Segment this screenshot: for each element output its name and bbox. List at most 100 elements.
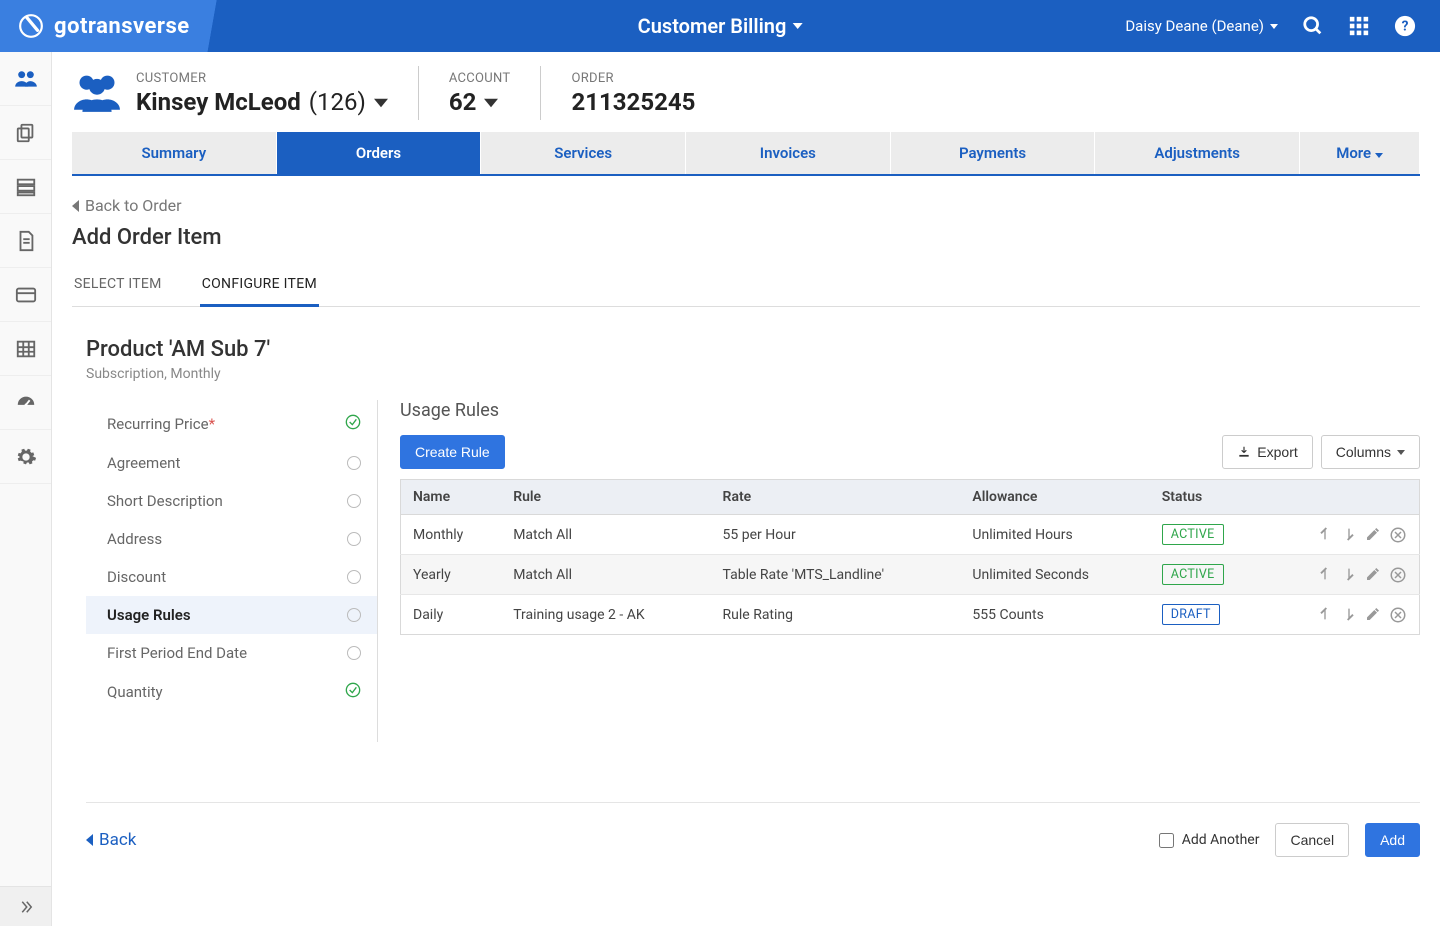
delete-icon[interactable] bbox=[1389, 566, 1407, 584]
rail-server[interactable] bbox=[0, 160, 51, 214]
back-button[interactable]: Back bbox=[86, 830, 136, 850]
status-badge: ACTIVE bbox=[1162, 524, 1224, 545]
step-quantity[interactable]: Quantity bbox=[86, 672, 377, 712]
step-short-description[interactable]: Short Description bbox=[86, 482, 377, 520]
rail-table[interactable] bbox=[0, 322, 51, 376]
account-dropdown[interactable]: 62 bbox=[449, 88, 511, 116]
circle-icon bbox=[347, 570, 361, 584]
step-usage-rules[interactable]: Usage Rules bbox=[86, 596, 377, 634]
subtab-select-item[interactable]: SELECT ITEM bbox=[72, 266, 164, 306]
step-first-period-end-date[interactable]: First Period End Date bbox=[86, 634, 377, 672]
rail-settings[interactable] bbox=[0, 430, 51, 484]
copy-icon bbox=[15, 122, 37, 144]
edit-icon[interactable] bbox=[1365, 606, 1381, 624]
server-icon bbox=[15, 176, 37, 198]
help-icon[interactable]: ? bbox=[1394, 15, 1416, 37]
move-up-icon[interactable] bbox=[1317, 526, 1333, 544]
col-rule[interactable]: Rule bbox=[501, 480, 710, 515]
chevron-down-icon bbox=[1375, 153, 1383, 158]
move-down-icon[interactable] bbox=[1341, 566, 1357, 584]
delete-icon[interactable] bbox=[1389, 606, 1407, 624]
svg-text:?: ? bbox=[1402, 19, 1409, 35]
step-discount[interactable]: Discount bbox=[86, 558, 377, 596]
cell-allowance: Unlimited Hours bbox=[960, 515, 1149, 555]
step-label: First Period End Date bbox=[107, 644, 247, 662]
step-label: Short Description bbox=[107, 492, 223, 510]
columns-label: Columns bbox=[1336, 444, 1391, 460]
table-row: DailyTraining usage 2 - AKRule Rating555… bbox=[401, 595, 1420, 635]
cancel-button[interactable]: Cancel bbox=[1275, 823, 1349, 857]
cell-allowance: Unlimited Seconds bbox=[960, 555, 1149, 595]
customer-dropdown[interactable]: Kinsey McLeod (126) bbox=[136, 88, 388, 116]
tab-adjustments[interactable]: Adjustments bbox=[1095, 132, 1300, 174]
tab-orders[interactable]: Orders bbox=[277, 132, 482, 174]
subtab-configure-item[interactable]: CONFIGURE ITEM bbox=[200, 266, 319, 307]
top-bar: gotransverse Customer Billing Daisy Dean… bbox=[0, 0, 1440, 52]
chevron-down-icon bbox=[1270, 24, 1278, 29]
col-status[interactable]: Status bbox=[1150, 480, 1266, 515]
back-to-order-label: Back to Order bbox=[85, 196, 182, 215]
table-row: YearlyMatch AllTable Rate 'MTS_Landline'… bbox=[401, 555, 1420, 595]
col-rate[interactable]: Rate bbox=[711, 480, 961, 515]
user-menu[interactable]: Daisy Deane (Deane) bbox=[1125, 17, 1278, 35]
section-dropdown[interactable]: Customer Billing bbox=[638, 14, 803, 38]
edit-icon[interactable] bbox=[1365, 566, 1381, 584]
search-icon[interactable] bbox=[1302, 15, 1324, 37]
brand[interactable]: gotransverse bbox=[0, 0, 340, 52]
tab-invoices[interactable]: Invoices bbox=[686, 132, 891, 174]
back-to-order-link[interactable]: Back to Order bbox=[72, 196, 1420, 215]
tab-more[interactable]: More bbox=[1300, 132, 1420, 174]
chevron-down-icon bbox=[374, 88, 388, 116]
step-label: Discount bbox=[107, 568, 166, 586]
sub-tabs: SELECT ITEM CONFIGURE ITEM bbox=[72, 266, 1420, 307]
create-rule-button[interactable]: Create Rule bbox=[400, 435, 505, 469]
step-address[interactable]: Address bbox=[86, 520, 377, 558]
cell-allowance: 555 Counts bbox=[960, 595, 1149, 635]
rail-dashboard[interactable] bbox=[0, 376, 51, 430]
circle-icon bbox=[347, 608, 361, 622]
customers-icon bbox=[13, 66, 39, 92]
chevron-left-icon bbox=[86, 834, 93, 846]
dashboard-icon bbox=[15, 392, 37, 414]
cell-rate: 55 per Hour bbox=[711, 515, 961, 555]
back-label: Back bbox=[99, 830, 136, 850]
left-rail bbox=[0, 52, 52, 926]
product-subtitle: Subscription, Monthly bbox=[86, 366, 1420, 382]
product-title: Product 'AM Sub 7' bbox=[86, 337, 1420, 362]
expand-rail[interactable] bbox=[0, 886, 51, 926]
gear-icon bbox=[15, 446, 37, 468]
cell-name: Yearly bbox=[401, 555, 502, 595]
tab-summary[interactable]: Summary bbox=[72, 132, 277, 174]
table-row: MonthlyMatch All55 per HourUnlimited Hou… bbox=[401, 515, 1420, 555]
col-name[interactable]: Name bbox=[401, 480, 502, 515]
account-value: 62 bbox=[449, 88, 477, 116]
add-button[interactable]: Add bbox=[1365, 823, 1420, 857]
usage-rules-table: NameRuleRateAllowanceStatus MonthlyMatch… bbox=[400, 479, 1420, 635]
columns-button[interactable]: Columns bbox=[1321, 435, 1420, 469]
add-another-checkbox[interactable]: Add Another bbox=[1159, 832, 1260, 848]
apps-icon[interactable] bbox=[1348, 15, 1370, 37]
edit-icon[interactable] bbox=[1365, 526, 1381, 544]
move-up-icon[interactable] bbox=[1317, 566, 1333, 584]
col-allowance[interactable]: Allowance bbox=[960, 480, 1149, 515]
step-recurring-price[interactable]: Recurring Price* bbox=[86, 404, 377, 444]
rail-document[interactable] bbox=[0, 214, 51, 268]
step-agreement[interactable]: Agreement bbox=[86, 444, 377, 482]
add-another-input[interactable] bbox=[1159, 833, 1174, 848]
move-down-icon[interactable] bbox=[1341, 526, 1357, 544]
cell-actions bbox=[1265, 595, 1419, 635]
cell-rule: Match All bbox=[501, 555, 710, 595]
tab-services[interactable]: Services bbox=[481, 132, 686, 174]
rail-card[interactable] bbox=[0, 268, 51, 322]
export-button[interactable]: Export bbox=[1222, 435, 1312, 469]
rail-copy[interactable] bbox=[0, 106, 51, 160]
rail-customers[interactable] bbox=[0, 52, 51, 106]
move-down-icon[interactable] bbox=[1341, 606, 1357, 624]
delete-icon[interactable] bbox=[1389, 526, 1407, 544]
customer-name: Kinsey McLeod bbox=[136, 88, 301, 116]
move-up-icon[interactable] bbox=[1317, 606, 1333, 624]
col-actions bbox=[1265, 480, 1419, 515]
circle-icon bbox=[347, 646, 361, 660]
tab-payments[interactable]: Payments bbox=[891, 132, 1096, 174]
step-label: Quantity bbox=[107, 683, 163, 701]
